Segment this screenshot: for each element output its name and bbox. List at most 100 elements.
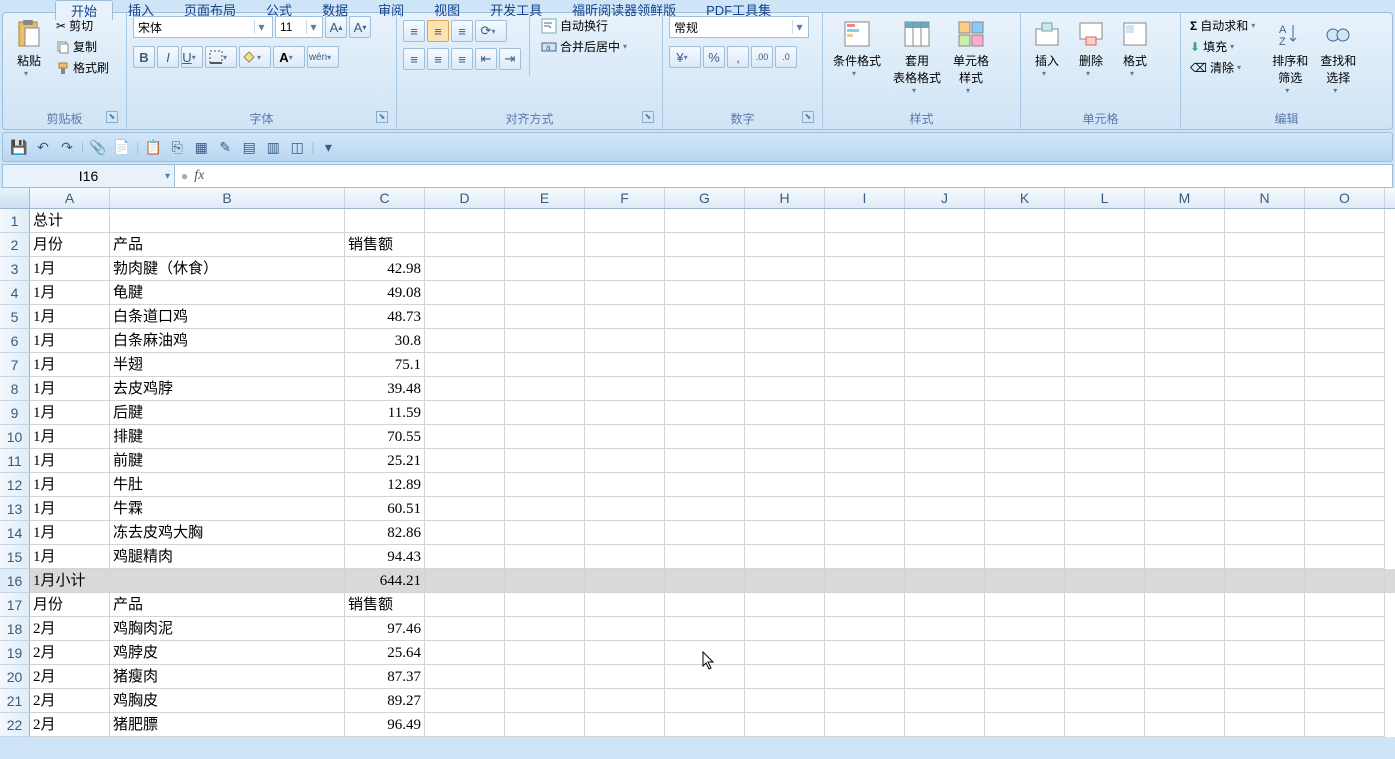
percent-button[interactable]: % xyxy=(703,46,725,68)
row-header[interactable]: 15 xyxy=(0,545,30,569)
cell[interactable] xyxy=(905,329,985,353)
cell[interactable] xyxy=(1225,233,1305,257)
cell[interactable]: 25.64 xyxy=(345,641,425,665)
cell[interactable]: 1月 xyxy=(30,329,110,353)
cell[interactable] xyxy=(505,329,585,353)
cell[interactable]: 94.43 xyxy=(345,545,425,569)
chevron-down-icon[interactable]: ▾ xyxy=(254,20,268,34)
cell[interactable] xyxy=(505,209,585,233)
cell[interactable]: 1月 xyxy=(30,425,110,449)
row-header[interactable]: 10 xyxy=(0,425,30,449)
cell[interactable] xyxy=(745,689,825,713)
cell[interactable] xyxy=(585,233,665,257)
comma-button[interactable]: , xyxy=(727,46,749,68)
cell[interactable] xyxy=(905,665,985,689)
cell[interactable]: 月份 xyxy=(30,233,110,257)
cell[interactable]: 30.8 xyxy=(345,329,425,353)
cell[interactable] xyxy=(745,209,825,233)
row-header[interactable]: 20 xyxy=(0,665,30,689)
cell[interactable]: 2月 xyxy=(30,689,110,713)
cell[interactable] xyxy=(1305,281,1385,305)
cell[interactable] xyxy=(1305,401,1385,425)
cell[interactable] xyxy=(1305,209,1385,233)
cell[interactable] xyxy=(425,233,505,257)
cell[interactable] xyxy=(425,473,505,497)
cell[interactable] xyxy=(745,473,825,497)
cell[interactable]: 鸡脖皮 xyxy=(110,641,345,665)
cell[interactable]: 70.55 xyxy=(345,425,425,449)
number-format-input[interactable] xyxy=(670,20,792,34)
column-header[interactable]: L xyxy=(1065,188,1145,208)
cell[interactable]: 鸡腿精肉 xyxy=(110,545,345,569)
cell[interactable] xyxy=(825,281,905,305)
cell[interactable] xyxy=(665,209,745,233)
cell[interactable] xyxy=(1225,209,1305,233)
cell[interactable]: 1月 xyxy=(30,401,110,425)
cell[interactable]: 总计 xyxy=(30,209,110,233)
cell[interactable] xyxy=(1305,233,1385,257)
cell[interactable] xyxy=(985,713,1065,737)
cell[interactable] xyxy=(1225,401,1305,425)
qat-button[interactable]: ◫ xyxy=(287,137,307,157)
cell[interactable] xyxy=(1225,257,1305,281)
cell[interactable] xyxy=(1145,473,1225,497)
cell-styles-button[interactable]: 单元格 样式▾ xyxy=(949,16,993,97)
paste-button[interactable]: 粘贴 ▾ xyxy=(9,16,49,80)
cell[interactable]: 12.89 xyxy=(345,473,425,497)
qat-button[interactable]: ✎ xyxy=(215,137,235,157)
cell[interactable]: 49.08 xyxy=(345,281,425,305)
border-button[interactable]: ▾ xyxy=(205,46,237,68)
cell[interactable] xyxy=(1145,641,1225,665)
cell[interactable] xyxy=(905,593,985,617)
cell[interactable] xyxy=(665,329,745,353)
cell[interactable] xyxy=(1065,449,1145,473)
increase-decimal-button[interactable]: .00 xyxy=(751,46,773,68)
cell[interactable] xyxy=(665,449,745,473)
cell[interactable] xyxy=(745,353,825,377)
cell[interactable] xyxy=(505,521,585,545)
find-select-button[interactable]: 查找和 选择▾ xyxy=(1316,16,1360,97)
cell[interactable] xyxy=(745,713,825,737)
cell[interactable] xyxy=(585,617,665,641)
cell[interactable] xyxy=(985,329,1065,353)
row-header[interactable]: 4 xyxy=(0,281,30,305)
cell[interactable] xyxy=(745,449,825,473)
cell[interactable] xyxy=(425,209,505,233)
cell[interactable]: 2月 xyxy=(30,713,110,737)
cell[interactable] xyxy=(110,569,345,593)
cell[interactable] xyxy=(1225,305,1305,329)
cell[interactable] xyxy=(1065,305,1145,329)
cell[interactable] xyxy=(1065,641,1145,665)
row-header[interactable]: 7 xyxy=(0,353,30,377)
cell[interactable] xyxy=(1225,425,1305,449)
cell[interactable] xyxy=(985,449,1065,473)
cell[interactable] xyxy=(745,329,825,353)
cell[interactable] xyxy=(825,689,905,713)
number-format-select[interactable]: ▾ xyxy=(669,16,809,38)
conditional-format-button[interactable]: 条件格式▾ xyxy=(829,16,885,80)
cut-button[interactable]: ✂ 剪切 xyxy=(53,16,112,35)
row-header[interactable]: 21 xyxy=(0,689,30,713)
cell[interactable] xyxy=(505,641,585,665)
bold-button[interactable]: B xyxy=(133,46,155,68)
cell[interactable] xyxy=(985,353,1065,377)
cell[interactable] xyxy=(665,257,745,281)
cell[interactable]: 1月 xyxy=(30,353,110,377)
cell[interactable] xyxy=(1065,281,1145,305)
cell[interactable] xyxy=(585,473,665,497)
cell[interactable] xyxy=(745,665,825,689)
cell[interactable] xyxy=(585,257,665,281)
chevron-down-icon[interactable]: ▾ xyxy=(165,171,170,182)
cell[interactable]: 1月 xyxy=(30,449,110,473)
formula-input[interactable] xyxy=(210,165,1392,187)
cell[interactable]: 75.1 xyxy=(345,353,425,377)
cell[interactable] xyxy=(745,425,825,449)
cell[interactable] xyxy=(665,617,745,641)
cell[interactable] xyxy=(425,401,505,425)
cell[interactable] xyxy=(985,521,1065,545)
cell[interactable] xyxy=(905,257,985,281)
cell[interactable] xyxy=(665,713,745,737)
cell[interactable] xyxy=(1305,689,1385,713)
cell[interactable] xyxy=(665,497,745,521)
cell[interactable] xyxy=(585,497,665,521)
